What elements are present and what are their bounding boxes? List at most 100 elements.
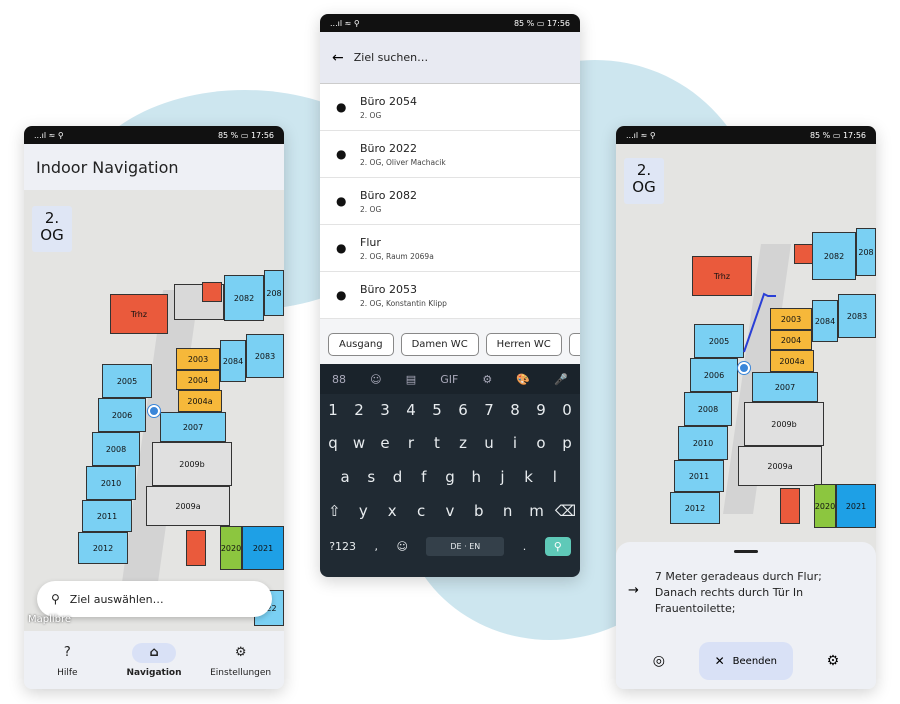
floor-selector[interactable]: 2. OG: [32, 206, 72, 252]
nav-navigation[interactable]: ⌂ Navigation: [114, 642, 194, 678]
key-0[interactable]: 0: [556, 401, 578, 419]
key-7[interactable]: 7: [478, 401, 500, 419]
key-u[interactable]: u: [478, 434, 500, 452]
room-2008[interactable]: 2008: [92, 432, 140, 466]
key-f[interactable]: f: [413, 468, 435, 486]
key-t[interactable]: t: [426, 434, 448, 452]
key-z[interactable]: z: [452, 434, 474, 452]
room-2084[interactable]: 2084: [220, 340, 246, 382]
spacebar[interactable]: DE · EN: [426, 536, 505, 556]
room-2009a[interactable]: 2009a: [146, 486, 230, 526]
room-2003[interactable]: 2003: [176, 348, 220, 370]
key-9[interactable]: 9: [530, 401, 552, 419]
key-2[interactable]: 2: [348, 401, 370, 419]
nav-settings[interactable]: ⚙ Einstellungen: [201, 643, 281, 678]
key-y[interactable]: y: [352, 502, 374, 520]
period-key[interactable]: .: [523, 540, 527, 553]
key-r[interactable]: r: [400, 434, 422, 452]
key-h[interactable]: h: [465, 468, 487, 486]
search-input[interactable]: Ziel suchen…: [354, 51, 428, 64]
key-c[interactable]: c: [410, 502, 432, 520]
room-2004a[interactable]: 2004a: [178, 390, 222, 412]
key-3[interactable]: 3: [374, 401, 396, 419]
shift-key-icon[interactable]: ⇧: [323, 502, 345, 520]
room-2010[interactable]: 2010: [86, 466, 136, 500]
emoji-key-icon[interactable]: ☺: [396, 540, 407, 553]
key-e[interactable]: e: [374, 434, 396, 452]
key-6[interactable]: 6: [452, 401, 474, 419]
map-attribution[interactable]: Maplibre: [28, 614, 71, 625]
chip-ausgang[interactable]: Ausgang: [328, 332, 394, 356]
key-x[interactable]: x: [381, 502, 403, 520]
compass-icon[interactable]: ◎: [653, 653, 665, 669]
key-1[interactable]: 1: [322, 401, 344, 419]
key-l[interactable]: l: [544, 468, 566, 486]
list-item[interactable]: ● Büro 2022 2. OG, Oliver Machacik: [320, 131, 580, 178]
chip-damen-wc[interactable]: Damen WC: [400, 332, 479, 356]
end-navigation-button[interactable]: ✕ Beenden: [698, 642, 794, 680]
chip-more[interactable]: B: [568, 332, 580, 356]
list-item[interactable]: ● Büro 2082 2. OG: [320, 178, 580, 225]
room-2011[interactable]: 2011: [82, 500, 132, 532]
back-arrow-icon[interactable]: ←: [332, 50, 344, 66]
result-title: Büro 2022: [360, 141, 418, 155]
key-g[interactable]: g: [439, 468, 461, 486]
key-k[interactable]: k: [518, 468, 540, 486]
key-a[interactable]: a: [334, 468, 356, 486]
key-i[interactable]: i: [504, 434, 526, 452]
indoor-map[interactable]: Trhz 2082 208 2003 2004 2084 2083 2005 2…: [24, 190, 284, 631]
backspace-key-icon[interactable]: ⌫: [554, 502, 576, 520]
chip-herren-wc[interactable]: Herren WC: [485, 332, 562, 356]
list-item[interactable]: ● Büro 2054 2. OG: [320, 84, 580, 131]
battery-level: 85 %: [809, 130, 831, 140]
key-d[interactable]: d: [387, 468, 409, 486]
room-2006[interactable]: 2006: [98, 398, 146, 432]
room-2082[interactable]: 2082: [224, 275, 264, 321]
gif-button[interactable]: GIF: [440, 373, 458, 386]
key-o[interactable]: o: [530, 434, 552, 452]
search-submit-key[interactable]: ⚲: [544, 536, 571, 556]
indoor-map-route[interactable]: Trhz 2082 208 2003 2004 2084 2083 2005 2…: [616, 144, 876, 564]
key-4[interactable]: 4: [400, 401, 422, 419]
result-subtitle: 2. OG: [360, 204, 382, 214]
list-item[interactable]: ● Flur 2. OG, Raum 2069a: [320, 225, 580, 272]
keyboard-apps-icon[interactable]: 88: [332, 373, 346, 386]
key-n[interactable]: n: [497, 502, 519, 520]
key-b[interactable]: b: [468, 502, 490, 520]
key-v[interactable]: v: [439, 502, 461, 520]
room-trhz[interactable]: Trhz: [110, 294, 168, 334]
comma-key[interactable]: ,: [375, 540, 379, 553]
list-item[interactable]: ● Büro 2053 2. OG, Konstantin Klipp: [320, 272, 580, 319]
room-2005[interactable]: 2005: [102, 364, 152, 398]
room-2083[interactable]: 2083: [246, 334, 284, 378]
key-8[interactable]: 8: [504, 401, 526, 419]
keyboard-settings-icon[interactable]: ⚙: [482, 373, 492, 386]
key-w[interactable]: w: [348, 434, 370, 452]
search-bar: ← Ziel suchen…: [320, 32, 580, 84]
gear-icon[interactable]: ⚙: [827, 653, 840, 669]
result-subtitle: 2. OG, Oliver Machacik: [360, 157, 446, 167]
destination-search[interactable]: ⚲ Ziel auswählen…: [37, 581, 272, 617]
key-q[interactable]: q: [322, 434, 344, 452]
room-2020[interactable]: 2020: [220, 526, 242, 570]
room-2012[interactable]: 2012: [78, 532, 128, 564]
floor-selector[interactable]: 2. OG: [624, 158, 664, 204]
key-m[interactable]: m: [526, 502, 548, 520]
room-2004[interactable]: 2004: [176, 370, 220, 390]
key-5[interactable]: 5: [426, 401, 448, 419]
theme-palette-icon[interactable]: 🎨: [516, 373, 530, 386]
key-s[interactable]: s: [360, 468, 382, 486]
nav-help-label: Hilfe: [57, 667, 78, 678]
room-2009b[interactable]: 2009b: [152, 442, 232, 486]
emoji-sticker-icon[interactable]: ☺: [370, 373, 381, 386]
microphone-icon[interactable]: 🎤: [554, 373, 568, 386]
room-2007[interactable]: 2007: [160, 412, 226, 442]
clipboard-icon[interactable]: ▤: [406, 373, 416, 386]
app-title: Indoor Navigation: [36, 157, 179, 177]
room-208[interactable]: 208: [264, 270, 284, 316]
nav-help[interactable]: ? Hilfe: [27, 643, 107, 678]
key-p[interactable]: p: [556, 434, 578, 452]
symbols-key[interactable]: ?123: [329, 540, 356, 553]
room-2021[interactable]: 2021: [242, 526, 284, 570]
key-j[interactable]: j: [491, 468, 513, 486]
